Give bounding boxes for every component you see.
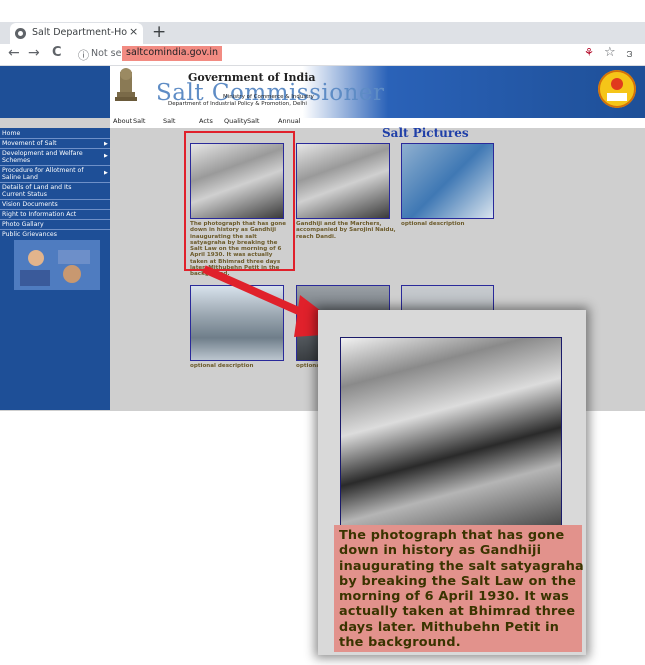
reload-icon[interactable]: C — [52, 45, 62, 60]
sidebar-divider — [0, 199, 110, 200]
chevron-right-icon: ▶ — [104, 141, 108, 147]
zoomed-caption-text: The photograph that has gone down in his… — [339, 528, 584, 651]
menu-about[interactable]: About — [113, 117, 132, 125]
gallery-photo-lab[interactable] — [401, 143, 494, 219]
seal-logo-icon — [598, 70, 636, 108]
gallery-caption: optional description — [401, 221, 465, 227]
chevron-right-icon: ▶ — [104, 153, 108, 159]
sidebar-divider — [0, 209, 110, 210]
sidebar-item-procedure[interactable]: Procedure for Allotment of — [2, 167, 84, 174]
national-emblem-icon — [115, 68, 137, 101]
tab-title: Salt Department-Ho — [32, 27, 128, 38]
sidebar-item-details-of-land-2[interactable]: Current Status — [2, 191, 47, 198]
ministry-text: Ministry of Commerce & Industry — [223, 94, 314, 100]
gallery-caption: Gandhiji and the Marchers, accompanied b… — [296, 221, 396, 240]
sidebar-item-details-of-land[interactable]: Details of Land and Its — [2, 184, 72, 191]
menu-quality[interactable]: Quality — [224, 117, 247, 125]
menu-annual[interactable]: Annual — [278, 117, 301, 125]
gallery-photo-marchers[interactable] — [296, 143, 390, 219]
highlight-box — [184, 131, 295, 271]
sidebar-divider — [0, 219, 110, 220]
gallery-heading: Salt Pictures — [382, 126, 469, 140]
department-text: Department of Industrial Policy & Promot… — [168, 101, 307, 107]
sidebar-divider — [0, 182, 110, 183]
promo-people-image — [20, 250, 90, 286]
info-icon[interactable]: ⓘ — [78, 47, 89, 63]
extension-icon[interactable]: ⚘ — [584, 46, 594, 59]
sidebar-divider — [0, 148, 110, 149]
globe-icon — [15, 28, 26, 39]
forward-icon[interactable]: → — [28, 45, 40, 61]
new-tab-icon[interactable]: + — [152, 22, 166, 42]
menu-salt-1[interactable]: Salt — [133, 117, 145, 125]
sidebar-item-development[interactable]: Development and Welfare — [2, 150, 83, 157]
close-tab-icon[interactable]: × — [129, 25, 138, 38]
profile-icon[interactable]: ဒ — [626, 45, 633, 64]
header-left-panel — [0, 66, 110, 118]
sidebar-divider — [0, 165, 110, 166]
top-menu-bar — [110, 118, 645, 128]
gallery-caption: optional description — [190, 363, 254, 369]
menu-acts[interactable]: Acts — [199, 117, 213, 125]
back-icon[interactable]: ← — [8, 45, 20, 61]
url-text[interactable]: saltcomindia.gov.in — [122, 46, 223, 61]
bookmark-star-icon[interactable]: ☆ — [604, 45, 616, 60]
menu-salt-2[interactable]: Salt — [163, 117, 175, 125]
sidebar-item-home[interactable]: Home — [2, 130, 20, 137]
chevron-right-icon: ▶ — [104, 170, 108, 176]
menu-salt-3[interactable]: Salt — [247, 117, 259, 125]
sidebar-divider — [0, 138, 110, 139]
sidebar-item-photo-gallary[interactable]: Photo Gallary — [2, 221, 44, 228]
sidebar-item-movement-of-salt[interactable]: Movement of Salt — [2, 140, 57, 147]
sidebar-item-procedure-2[interactable]: Saline Land — [2, 174, 38, 181]
zoomed-photo-gandhi-salt — [340, 337, 562, 527]
sidebar-item-vision[interactable]: Vision Documents — [2, 201, 58, 208]
sidebar-item-development-2[interactable]: Schemes — [2, 157, 30, 164]
sidebar-divider — [0, 229, 110, 230]
sidebar-item-public-grievances[interactable]: Public Grievances — [2, 231, 57, 238]
sidebar-item-rti[interactable]: Right to Information Act — [2, 211, 76, 218]
